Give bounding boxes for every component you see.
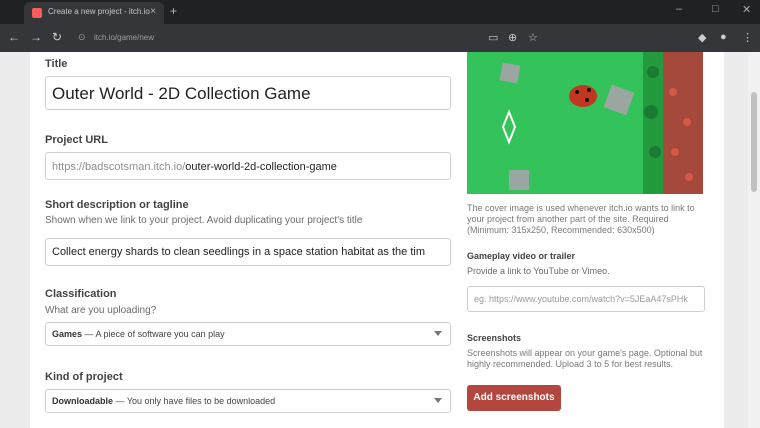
close-window-icon[interactable]: ✕	[742, 3, 751, 16]
kind-option: Downloadable — You only have files to be…	[52, 396, 276, 406]
back-icon[interactable]: ←	[8, 30, 20, 44]
cover-artwork	[467, 52, 703, 194]
classification-select[interactable]: Games — A piece of software you can play	[45, 322, 451, 346]
project-url-value: https://badscotsman.itch.io/outer-world-…	[52, 161, 337, 173]
cover-help: The cover image is used whenever itch.io…	[467, 203, 695, 235]
video-placeholder: eg. https://www.youtube.com/watch?v=5JEa…	[474, 294, 688, 304]
scroll-thumb[interactable]	[751, 92, 757, 192]
chevron-down-icon	[434, 331, 442, 336]
profile-icon[interactable]: ●	[720, 31, 727, 43]
bookmark-star-icon[interactable]: ☆	[528, 31, 538, 44]
url-label: Project URL	[45, 134, 108, 146]
cast-icon[interactable]: ▭	[488, 31, 498, 44]
cover-image[interactable]	[467, 52, 703, 194]
project-url-input[interactable]: https://badscotsman.itch.io/outer-world-…	[45, 152, 451, 180]
tab-title: Create a new project - itch.io	[48, 7, 150, 16]
tagline-label: Short description or tagline	[45, 199, 189, 211]
project-form-panel: Title Outer World - 2D Collection Game P…	[30, 52, 724, 428]
classification-option: Games — A piece of software you can play	[52, 329, 225, 339]
page-scrollbar[interactable]	[748, 52, 760, 428]
video-help: Provide a link to YouTube or Vimeo.	[467, 266, 610, 276]
tagline-input[interactable]: Collect energy shards to clean seedlings…	[45, 238, 451, 266]
browser-tab[interactable]: Create a new project - itch.io ×	[24, 2, 164, 24]
itch-favicon-icon	[32, 8, 42, 18]
forward-icon[interactable]: →	[30, 30, 42, 44]
title-value: Outer World - 2D Collection Game	[52, 84, 311, 103]
extension-icon[interactable]: ◆	[698, 31, 706, 44]
tab-close-icon[interactable]: ×	[150, 6, 156, 17]
kind-label: Kind of project	[45, 371, 123, 383]
classification-label: Classification	[45, 288, 117, 300]
url-text: itch.io/game/new	[94, 33, 155, 42]
menu-icon[interactable]: ⋮	[742, 31, 753, 44]
classification-help: What are you uploading?	[45, 305, 157, 316]
reload-icon[interactable]: ↻	[52, 30, 62, 44]
tab-bar: Create a new project - itch.io × + – □ ✕	[0, 0, 760, 24]
minimize-icon[interactable]: –	[676, 3, 682, 15]
page-viewport: Title Outer World - 2D Collection Game P…	[0, 52, 760, 428]
url-field[interactable]: ⊙ itch.io/game/new	[70, 29, 530, 47]
zoom-icon[interactable]: ⊕	[508, 31, 517, 44]
tagline-value: Collect energy shards to clean seedlings…	[52, 246, 425, 258]
new-tab-button[interactable]: +	[170, 4, 177, 18]
maximize-icon[interactable]: □	[712, 3, 719, 15]
title-input[interactable]: Outer World - 2D Collection Game	[45, 76, 451, 110]
chevron-down-icon	[434, 398, 442, 403]
screenshots-label: Screenshots	[467, 333, 522, 343]
screenshots-help: Screenshots will appear on your game's p…	[467, 348, 703, 369]
kind-select[interactable]: Downloadable — You only have files to be…	[45, 389, 451, 413]
video-url-input[interactable]: eg. https://www.youtube.com/watch?v=5JEa…	[467, 286, 705, 312]
video-label: Gameplay video or trailer	[467, 251, 576, 261]
tagline-help: Shown when we link to your project. Avoi…	[45, 215, 363, 226]
title-label: Title	[45, 58, 68, 70]
lock-icon: ⊙	[78, 32, 86, 42]
address-bar: ← → ↻ ⊙ itch.io/game/new ▭ ⊕ ☆ ◆ ● ⋮	[0, 24, 760, 52]
add-screenshots-button[interactable]: Add screenshots	[467, 385, 561, 411]
